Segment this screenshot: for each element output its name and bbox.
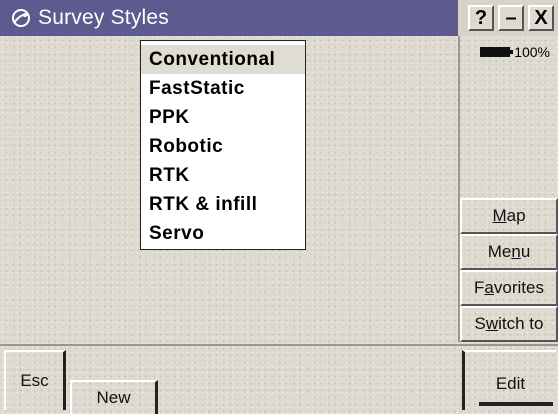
battery-status: 100% — [480, 44, 550, 60]
map-button[interactable]: Map — [460, 198, 558, 234]
menu-button-mnemonic: n — [511, 242, 521, 261]
dropdown-item-conventional[interactable]: Conventional — [141, 45, 305, 74]
close-button[interactable]: X — [528, 5, 554, 31]
survey-style-dropdown-list[interactable]: Conventional FastStatic PPK Robotic RTK … — [140, 40, 306, 250]
switch-to-button[interactable]: Sw itch to — [460, 306, 558, 342]
esc-button[interactable]: Esc — [4, 350, 66, 410]
window-title: Survey Styles — [38, 6, 169, 29]
window-controls: ? – X — [458, 0, 558, 36]
favorites-button-label-rest: vorites — [493, 278, 544, 297]
menu-button[interactable]: Me n u — [460, 234, 558, 270]
battery-icon — [480, 47, 514, 57]
title-bar: Survey Styles — [0, 0, 458, 36]
switch-to-button-label-pre: S — [474, 314, 486, 333]
dropdown-item-rtk-infill[interactable]: RTK & infill — [141, 190, 305, 219]
dropdown-item-rtk[interactable]: RTK — [141, 161, 305, 190]
edit-button[interactable]: Edit — [462, 350, 556, 410]
favorites-button-mnemonic: a — [484, 278, 494, 297]
right-side-panel: 100% Map Me n u Fa vorites Sw itch to — [458, 36, 558, 342]
menu-button-label-pre: Me — [487, 242, 512, 261]
dropdown-item-faststatic[interactable]: FastStatic — [141, 74, 305, 103]
switch-to-button-label-rest: itch to — [498, 314, 544, 333]
bottom-command-bar: Esc New Edit — [0, 344, 558, 414]
favorites-button[interactable]: Fa vorites — [460, 270, 558, 306]
dropdown-item-ppk[interactable]: PPK — [141, 103, 305, 132]
help-button[interactable]: ? — [468, 5, 494, 31]
new-button[interactable]: New — [70, 380, 158, 414]
dropdown-item-robotic[interactable]: Robotic — [141, 132, 305, 161]
switch-to-button-mnemonic: w — [485, 314, 499, 333]
dropdown-item-servo[interactable]: Servo — [141, 219, 305, 248]
favorites-button-label-pre: F — [474, 278, 485, 297]
menu-button-label-rest: u — [520, 242, 531, 261]
minimize-button[interactable]: – — [498, 5, 524, 31]
app-logo-icon — [10, 7, 32, 29]
battery-percent: 100% — [514, 44, 550, 60]
map-button-label: ap — [506, 206, 526, 225]
map-button-mnemonic: M — [492, 206, 507, 225]
